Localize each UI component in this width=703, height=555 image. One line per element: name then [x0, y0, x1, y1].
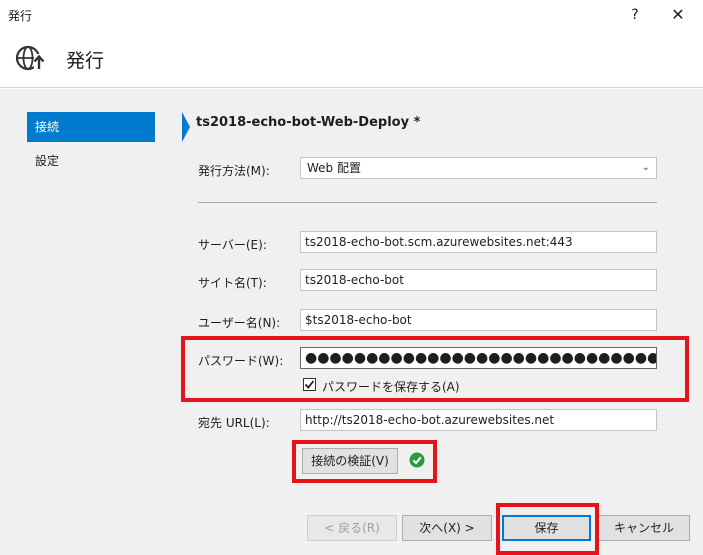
title-bar: 発行 ? ✕ [0, 0, 703, 30]
sidebar-item-label: 設定 [35, 154, 60, 168]
site-name-input[interactable]: ts2018-echo-bot [300, 269, 657, 291]
sidebar-item-connection[interactable]: 接続 [27, 112, 190, 142]
chevron-down-icon: ⌄ [641, 162, 650, 173]
save-password-label[interactable]: パスワードを保存する(A) [322, 378, 460, 395]
server-input[interactable]: ts2018-echo-bot.scm.azurewebsites.net:44… [300, 231, 657, 253]
back-button[interactable]: < 戻る(R) [307, 515, 397, 541]
cancel-button[interactable]: キャンセル [598, 515, 690, 541]
dialog-title: 発行 [66, 50, 105, 72]
destination-url-input[interactable]: http://ts2018-echo-bot.azurewebsites.net [300, 409, 657, 431]
user-name-input[interactable]: $ts2018-echo-bot [300, 309, 657, 331]
sidebar-item-label: 接続 [35, 120, 60, 134]
success-check-icon [409, 452, 425, 468]
server-label: サーバー(E): [198, 238, 267, 252]
checkmark-icon [304, 380, 315, 389]
destination-url-label: 宛先 URL(L): [198, 416, 270, 430]
active-indicator-arrow [182, 112, 190, 142]
password-label: パスワード(W): [198, 354, 284, 368]
window-title: 発行 [8, 9, 33, 23]
publish-method-label: 発行方法(M): [198, 164, 270, 178]
save-password-checkbox[interactable] [303, 378, 316, 391]
next-button[interactable]: 次へ(X) > [402, 515, 492, 541]
profile-name: ts2018-echo-bot-Web-Deploy * [196, 115, 421, 130]
save-button[interactable]: 保存 [502, 515, 591, 541]
password-input[interactable]: ●●●●●●●●●●●●●●●●●●●●●●●●●●●●●●●●●●●●●●● [300, 347, 657, 369]
help-button[interactable]: ? [624, 3, 646, 27]
user-name-label: ユーザー名(N): [198, 316, 281, 330]
publish-method-select[interactable]: Web 配置 ⌄ [300, 157, 657, 179]
dialog-content: 接続 設定 ts2018-echo-bot-Web-Deploy * 発行方法(… [0, 89, 703, 555]
publish-method-value: Web 配置 [307, 161, 361, 175]
dialog-header: 発行 [0, 30, 703, 88]
site-name-label: サイト名(T): [198, 276, 267, 290]
validate-connection-button[interactable]: 接続の検証(V) [302, 448, 398, 474]
globe-publish-icon [15, 45, 45, 71]
sidebar-item-settings[interactable]: 設定 [27, 146, 155, 176]
close-button[interactable]: ✕ [664, 3, 692, 27]
divider [198, 202, 657, 203]
